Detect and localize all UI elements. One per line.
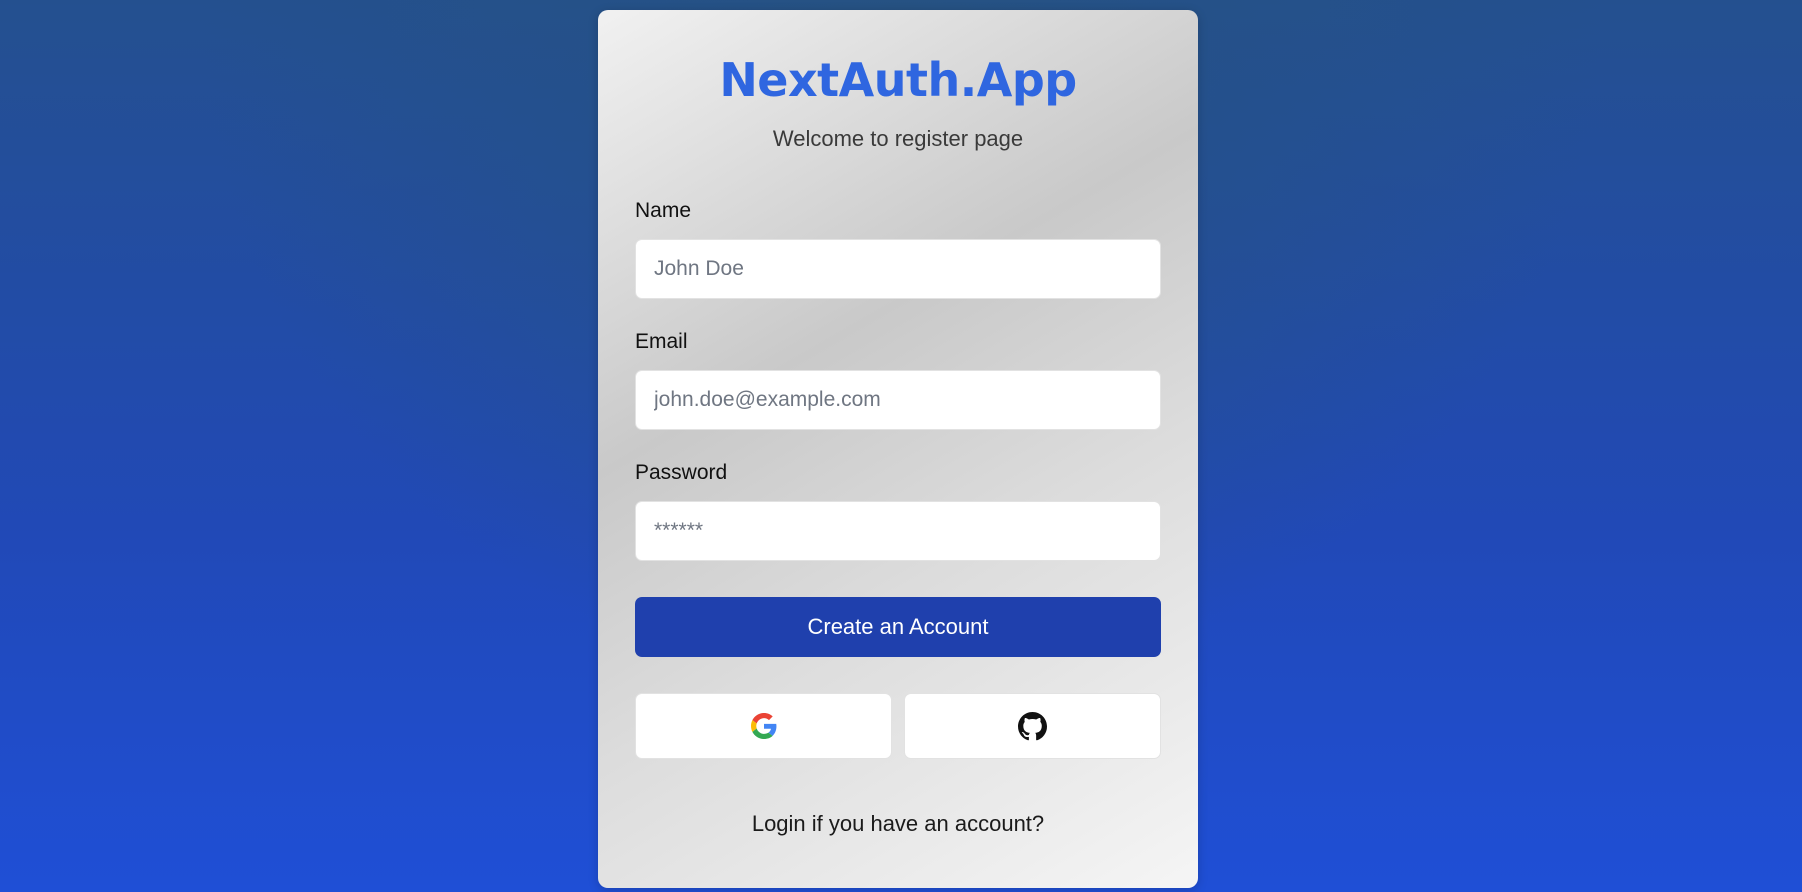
github-signin-button[interactable] xyxy=(904,693,1161,759)
password-label: Password xyxy=(635,461,728,484)
register-form: Name Email Password Create an Account xyxy=(635,197,1161,657)
create-account-button[interactable]: Create an Account xyxy=(635,597,1161,657)
app-title: NextAuth.App xyxy=(719,53,1077,107)
google-signin-button[interactable] xyxy=(635,693,892,759)
name-input[interactable] xyxy=(635,239,1161,299)
register-card: NextAuth.App Welcome to register page Na… xyxy=(598,10,1198,888)
login-link[interactable]: Login if you have an account? xyxy=(635,809,1161,839)
google-icon xyxy=(750,713,777,739)
name-label: Name xyxy=(635,199,692,222)
github-icon xyxy=(1018,711,1047,741)
oauth-buttons xyxy=(635,693,1161,759)
email-input[interactable] xyxy=(635,370,1161,430)
page-subtitle: Welcome to register page xyxy=(772,126,1024,151)
password-input[interactable] xyxy=(635,501,1161,561)
email-label: Email xyxy=(635,330,688,353)
